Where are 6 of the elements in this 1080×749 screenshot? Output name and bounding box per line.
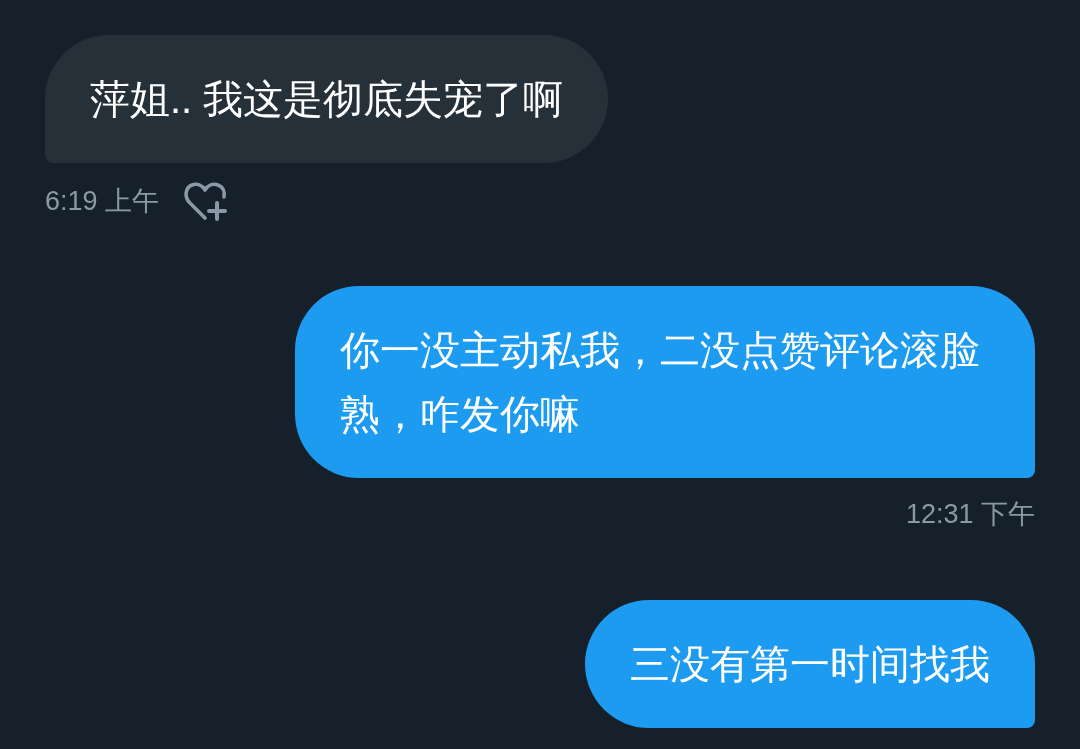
message-bubble: 你一没主动私我，二没点赞评论滚脸熟，咋发你嘛	[295, 286, 1035, 478]
heart-plus-icon[interactable]	[183, 181, 228, 221]
message-time: 12:31 下午	[905, 498, 1035, 531]
message-bubble: 三没有第一时间找我	[585, 600, 1035, 728]
message-time: 6:19 上午	[45, 185, 160, 218]
message-bubble: 萍姐.. 我这是彻底失宠了啊	[45, 35, 609, 163]
